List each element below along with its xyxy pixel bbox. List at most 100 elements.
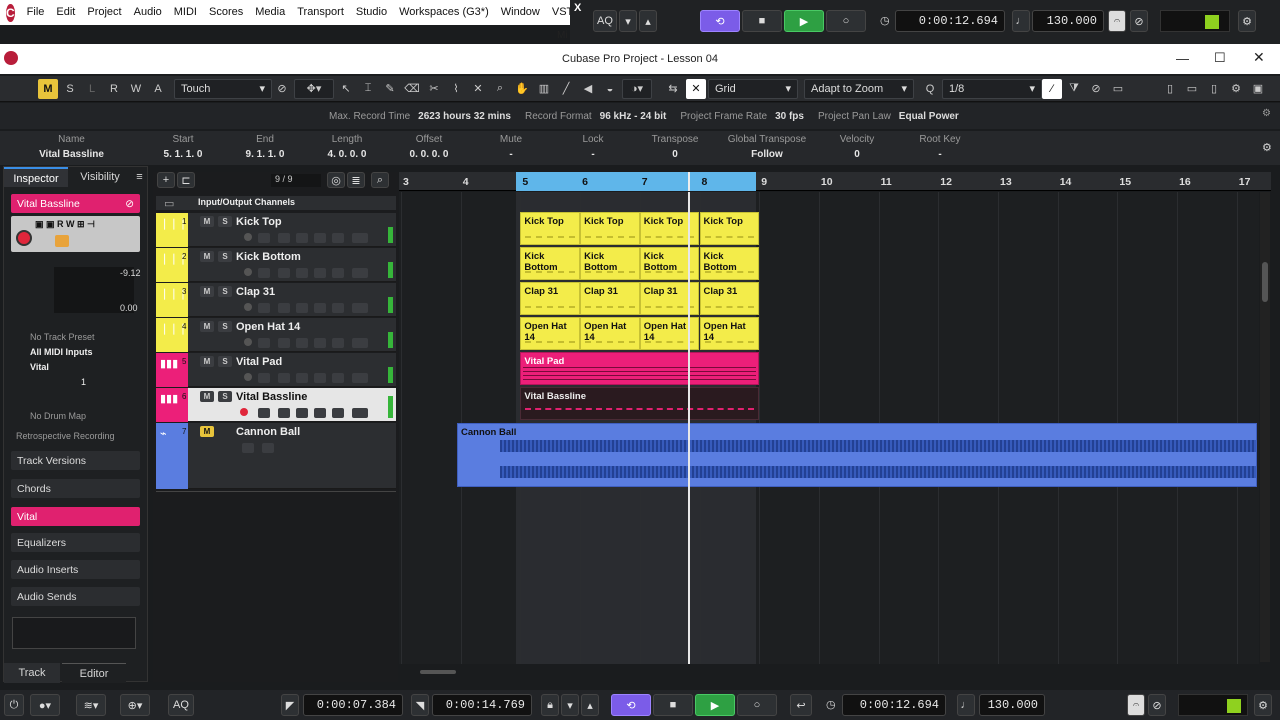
channel-icon[interactable]: [352, 373, 368, 383]
aq-button[interactable]: AQ: [168, 694, 194, 716]
edit-in-place-icon[interactable]: [278, 338, 290, 348]
info-start[interactable]: Start 5. 1. 1. 0: [145, 131, 221, 165]
return-icon[interactable]: ↩: [790, 694, 812, 716]
record-enable-icon[interactable]: [244, 373, 252, 381]
menu-workspaces[interactable]: Workspaces (G3*): [393, 0, 495, 25]
snap-type-select[interactable]: Grid ▾: [708, 78, 798, 99]
lower-zone-icon[interactable]: ▭: [1182, 79, 1202, 99]
read-icon[interactable]: [314, 303, 326, 313]
midi-event-vital-pad[interactable]: Vital Pad: [520, 352, 760, 385]
close-icon[interactable]: X: [574, 2, 581, 14]
midi-event[interactable]: Kick Top: [699, 212, 760, 245]
record-enable-icon[interactable]: [244, 233, 252, 241]
track-name[interactable]: Kick Bottom: [236, 251, 301, 263]
glue-icon[interactable]: ⌇: [446, 79, 466, 99]
gear-icon[interactable]: ⚙: [1262, 141, 1272, 154]
track-row[interactable]: ❘❘❘ 3 M S Clap 31: [156, 283, 396, 317]
hand-q-icon[interactable]: ⊘: [1086, 79, 1106, 99]
section-chords[interactable]: Chords: [11, 479, 140, 498]
track-row[interactable]: ❘❘❘ 4 M S Open Hat 14: [156, 318, 396, 352]
left-locator-icon[interactable]: ◤: [281, 694, 299, 716]
read-icon[interactable]: [242, 443, 254, 453]
info-name[interactable]: Name Vital Bassline: [0, 131, 143, 165]
window-close-icon[interactable]: ✕: [1253, 49, 1265, 66]
monitor-icon[interactable]: [258, 233, 270, 243]
record-enable-icon[interactable]: [244, 303, 252, 311]
mute-mode-button[interactable]: M: [38, 78, 58, 99]
power-icon[interactable]: ⏻: [4, 694, 24, 716]
record-enable-icon[interactable]: [240, 408, 248, 416]
midi-event[interactable]: Clap 31: [580, 282, 640, 315]
record-enable-icon[interactable]: [244, 268, 252, 276]
monitor-icon[interactable]: [258, 408, 270, 418]
menu-studio[interactable]: Studio: [350, 0, 393, 25]
info-length[interactable]: Length 4. 0. 0. 0: [309, 131, 385, 165]
left-locator[interactable]: 0:00:07.384: [303, 694, 403, 716]
punch-in-icon[interactable]: ▾: [561, 694, 579, 716]
write-icon[interactable]: [332, 268, 344, 278]
read-icon[interactable]: [314, 408, 326, 418]
record-mode-icon[interactable]: ●▾: [30, 694, 60, 716]
write-icon[interactable]: [332, 338, 344, 348]
solo-button[interactable]: S: [218, 286, 232, 297]
edit-in-place-icon[interactable]: [278, 303, 290, 313]
track-preset[interactable]: No Track Preset: [30, 332, 95, 342]
draw-icon[interactable]: ✎: [380, 79, 400, 99]
metronome-icon[interactable]: 𝄐: [1127, 694, 1145, 716]
mute-button[interactable]: M: [200, 391, 214, 402]
swing-icon[interactable]: ⧩: [1064, 79, 1084, 99]
mute-button[interactable]: M: [200, 321, 214, 332]
left-zone-icon[interactable]: ▯: [1160, 79, 1180, 99]
midi-event[interactable]: Kick Bottom: [520, 247, 581, 280]
setup-window-icon[interactable]: ⚙: [1226, 79, 1246, 99]
gear-icon[interactable]: ⚙: [1254, 694, 1272, 716]
write-icon[interactable]: [332, 373, 344, 383]
right-zone-icon[interactable]: ▯: [1204, 79, 1224, 99]
midi-output[interactable]: Vital: [30, 362, 49, 372]
edit-in-place-icon[interactable]: [278, 373, 290, 383]
track-name[interactable]: Kick Top: [236, 216, 282, 228]
sends-area[interactable]: [12, 617, 136, 649]
punch-out-icon[interactable]: ▴: [581, 694, 599, 716]
track-row[interactable]: ❘❘❘ 1 M S Kick Top: [156, 213, 396, 247]
monitor-icon[interactable]: [258, 338, 270, 348]
write-icon[interactable]: [332, 408, 344, 418]
menu-media[interactable]: Media: [249, 0, 291, 25]
midi-event[interactable]: Kick Top: [520, 212, 581, 245]
cycle-button[interactable]: ⟲: [611, 694, 651, 716]
track-row[interactable]: ⌁ 7 M Cannon Ball: [156, 423, 396, 489]
automation-mode-select[interactable]: Touch ▾: [174, 78, 272, 99]
sync-icon[interactable]: ⊘: [1130, 10, 1148, 32]
track-row[interactable]: ▮▮▮ 6 M S Vital Bassline: [156, 388, 396, 422]
lanes-icon[interactable]: [296, 233, 308, 243]
record-enable-icon[interactable]: [244, 338, 252, 346]
read-icon[interactable]: [314, 338, 326, 348]
info-transpose[interactable]: Transpose 0: [637, 131, 713, 165]
snap-on-icon[interactable]: ✕: [686, 78, 706, 99]
mute-button[interactable]: M: [200, 251, 214, 262]
grid-type-select[interactable]: Adapt to Zoom ▾: [804, 78, 914, 99]
lanes-icon[interactable]: [296, 268, 308, 278]
edit-in-place-icon[interactable]: [278, 233, 290, 243]
menu-transport[interactable]: Transport: [291, 0, 350, 25]
camera-icon[interactable]: ◎: [327, 172, 345, 188]
right-locator[interactable]: 0:00:14.769: [432, 694, 532, 716]
menu-icon[interactable]: ≡: [132, 167, 147, 187]
play-tool-icon[interactable]: ◀: [578, 79, 598, 99]
minimize-icon[interactable]: —: [1176, 51, 1189, 66]
mute-tool-icon[interactable]: ✕: [468, 79, 488, 99]
constrain-delay-icon[interactable]: ✥▾: [294, 78, 334, 99]
cycle-range[interactable]: [516, 172, 756, 191]
hand-icon[interactable]: ✋: [512, 79, 532, 99]
quantize-icon[interactable]: Q: [920, 79, 940, 99]
project-cursor-head[interactable]: [687, 172, 690, 191]
audio-event-cannon-ball[interactable]: Cannon Ball: [457, 423, 1257, 487]
sync-toggle-icon[interactable]: ⊘: [1148, 694, 1166, 716]
info-lock[interactable]: Lock -: [555, 131, 631, 165]
erase-icon[interactable]: ⌫: [402, 79, 422, 99]
mute-button[interactable]: M: [200, 286, 214, 297]
midi-event[interactable]: Clap 31: [639, 282, 700, 315]
midi-event[interactable]: Kick Bottom: [580, 247, 640, 280]
midi-event[interactable]: Kick Bottom: [639, 247, 700, 280]
monitor-icon[interactable]: [258, 268, 270, 278]
